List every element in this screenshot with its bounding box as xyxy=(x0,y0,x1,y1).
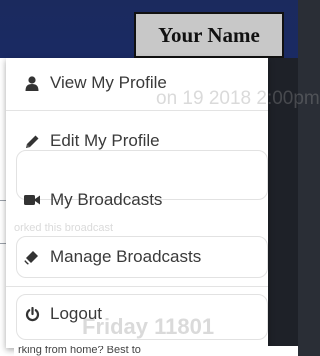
pencil-icon xyxy=(24,133,40,149)
power-icon xyxy=(24,306,40,322)
user-icon xyxy=(24,75,40,91)
menu-item-label: Edit My Profile xyxy=(50,131,160,150)
menu-item-my-broadcasts[interactable]: My Broadcasts xyxy=(6,176,268,224)
page-background-right xyxy=(268,58,298,356)
profile-dropdown-menu: on 19 2018 2:00pm CDT orked this broadca… xyxy=(6,58,320,348)
user-name-label: Your Name xyxy=(158,22,260,47)
menu-item-view-profile[interactable]: View My Profile xyxy=(6,59,268,107)
menu-item-label: Manage Broadcasts xyxy=(50,247,202,266)
menu-item-label: View My Profile xyxy=(50,73,167,92)
menu-item-label: Logout xyxy=(50,304,102,323)
user-name-button[interactable]: Your Name xyxy=(134,12,284,58)
menu-item-logout[interactable]: Logout xyxy=(6,290,268,338)
menu-item-edit-profile[interactable]: Edit My Profile xyxy=(6,117,268,165)
video-camera-icon xyxy=(24,192,40,208)
menu-divider xyxy=(6,110,268,111)
menu-item-manage-broadcasts[interactable]: Manage Broadcasts xyxy=(6,233,268,281)
menu-divider xyxy=(6,286,268,287)
menu-item-label: My Broadcasts xyxy=(50,190,163,209)
background-footer-text: rking from home? Best to xyxy=(18,346,141,356)
bullhorn-icon xyxy=(24,249,40,265)
background-footer: rking from home? Best to xyxy=(14,346,298,356)
